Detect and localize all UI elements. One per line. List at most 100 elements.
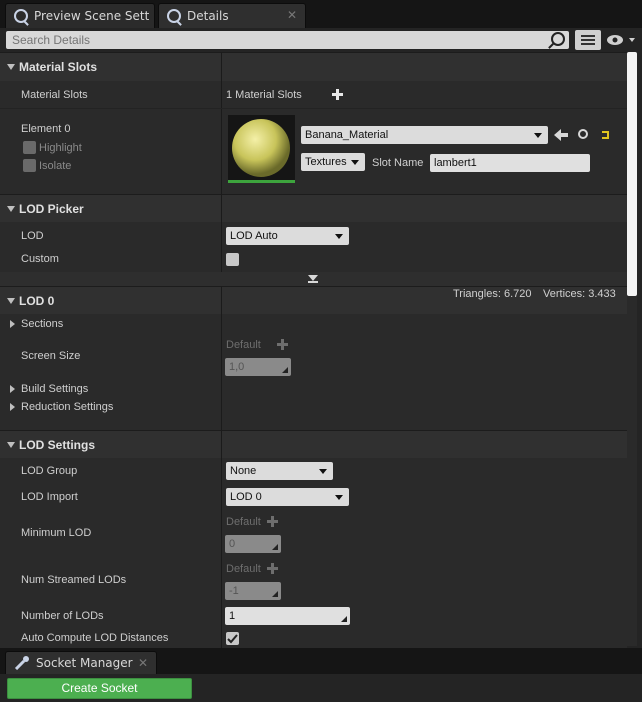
close-tab-icon[interactable]: ✕ — [138, 656, 148, 670]
auto-compute-label: Auto Compute LOD Distances — [21, 632, 169, 644]
spin-grip-icon — [272, 591, 278, 597]
slot-name-value: lambert1 — [434, 157, 477, 169]
add-material-slot-icon[interactable] — [332, 89, 343, 100]
lod-group-select[interactable]: None — [226, 462, 333, 480]
custom-checkbox[interactable] — [226, 253, 239, 266]
vertices-stat: Vertices: 3.433 — [543, 288, 616, 300]
lod-import-value: LOD 0 — [230, 491, 262, 503]
isolate-label: Isolate — [39, 160, 72, 172]
socket-wrench-icon — [14, 656, 29, 670]
add-override-icon[interactable] — [277, 339, 288, 350]
add-override-icon[interactable] — [267, 563, 278, 574]
min-lod-value: 0 — [229, 538, 236, 550]
view-options-button[interactable] — [575, 30, 601, 50]
category-title: Material Slots — [19, 60, 98, 74]
collapse-arrow-icon — [7, 64, 15, 70]
material-thumbnail[interactable] — [228, 115, 295, 183]
tab-socket-manager[interactable]: Socket Manager ✕ — [5, 651, 157, 674]
slot-name-label: Slot Name — [372, 157, 424, 169]
category-title: LOD Settings — [19, 438, 96, 452]
category-lod-settings[interactable]: LOD Settings — [0, 430, 627, 458]
details-magnifier-icon — [167, 9, 181, 23]
sections-label[interactable]: Sections — [21, 318, 63, 330]
tab-preview-scene-settings[interactable]: Preview Scene Sett — [5, 3, 155, 28]
advanced-expander[interactable] — [0, 272, 627, 286]
spin-grip-icon — [282, 367, 288, 373]
screen-size-value: 1,0 — [229, 361, 245, 373]
lod-import-select[interactable]: LOD 0 — [226, 488, 349, 506]
screen-size-input[interactable]: 1,0 — [225, 358, 291, 376]
reduction-settings-label[interactable]: Reduction Settings — [21, 401, 113, 413]
browse-magnifier-icon[interactable] — [578, 129, 588, 139]
highlight-checkbox[interactable] — [23, 141, 36, 154]
lod-import-label: LOD Import — [21, 491, 78, 503]
num-lods-value: 1 — [229, 610, 236, 622]
screen-size-default-label: Default — [226, 339, 261, 351]
category-lod0[interactable]: LOD 0 Triangles: 6.720 Vertices: 3.433 — [0, 286, 627, 314]
highlight-label: Highlight — [39, 142, 82, 154]
category-title: LOD 0 — [19, 294, 55, 308]
num-streamed-default-label: Default — [226, 563, 261, 575]
auto-compute-checkbox[interactable] — [226, 632, 239, 645]
scrollbar-track[interactable] — [627, 296, 637, 646]
collapse-arrow-icon — [7, 298, 15, 304]
search-icon[interactable] — [551, 32, 565, 46]
textures-label: Textures — [305, 156, 347, 168]
textures-select[interactable]: Textures — [301, 153, 365, 171]
category-title: LOD Picker — [19, 202, 84, 216]
tab-label: Preview Scene Sett — [34, 9, 150, 23]
build-settings-label[interactable]: Build Settings — [21, 383, 88, 395]
use-selected-arrow-icon[interactable] — [554, 129, 568, 141]
category-material-slots[interactable]: Material Slots — [0, 52, 627, 81]
visibility-filter-button[interactable] — [605, 33, 637, 47]
num-streamed-input[interactable]: -1 — [225, 582, 281, 600]
checkmark-icon — [227, 634, 238, 644]
element-label: Element 0 — [21, 123, 71, 135]
min-lod-label: Minimum LOD — [21, 527, 92, 539]
lod-group-label: LOD Group — [21, 465, 78, 477]
num-streamed-label: Num Streamed LODs — [21, 574, 127, 586]
num-lods-input[interactable]: 1 — [225, 607, 350, 625]
tab-label: Details — [187, 9, 229, 23]
num-streamed-value: -1 — [229, 585, 239, 597]
close-tab-icon[interactable]: ✕ — [287, 8, 297, 22]
search-input[interactable] — [6, 31, 569, 49]
material-slots-label: Material Slots — [21, 89, 88, 101]
custom-label: Custom — [21, 253, 59, 265]
dropdown-arrow-icon — [351, 160, 359, 165]
add-override-icon[interactable] — [267, 516, 278, 527]
material-select[interactable]: Banana_Material — [301, 126, 548, 144]
dropdown-arrow-icon — [335, 234, 343, 239]
dropdown-arrow-icon — [534, 133, 542, 138]
scrollbar-thumb[interactable] — [627, 52, 637, 296]
lod-select[interactable]: LOD Auto — [226, 227, 349, 245]
expand-arrow-icon[interactable] — [10, 403, 15, 411]
create-socket-button[interactable]: Create Socket — [7, 678, 192, 699]
tab-details[interactable]: Details ✕ — [158, 3, 306, 28]
triangles-stat: Triangles: 6.720 — [453, 288, 532, 300]
expand-arrow-icon[interactable] — [10, 385, 15, 393]
num-lods-label: Number of LODs — [21, 610, 104, 622]
expand-advanced-icon — [308, 275, 318, 283]
screen-size-label: Screen Size — [21, 350, 81, 362]
spin-grip-icon — [272, 544, 278, 550]
dropdown-arrow-icon — [319, 469, 327, 474]
banana-material-sphere-image — [232, 119, 290, 177]
expand-arrow-icon[interactable] — [10, 320, 15, 328]
details-magnifier-icon — [14, 9, 28, 23]
lod-label: LOD — [21, 230, 44, 242]
category-lod-picker[interactable]: LOD Picker — [0, 194, 627, 222]
lod-group-value: None — [230, 465, 257, 477]
reset-to-default-icon[interactable] — [600, 130, 610, 140]
spin-grip-icon — [341, 616, 347, 622]
min-lod-default-label: Default — [226, 516, 261, 528]
slot-name-input[interactable]: lambert1 — [430, 154, 590, 172]
material-slots-count: 1 Material Slots — [226, 89, 302, 101]
dropdown-arrow-icon — [335, 495, 343, 500]
collapse-arrow-icon — [7, 206, 15, 212]
min-lod-input[interactable]: 0 — [225, 535, 281, 553]
collapse-arrow-icon — [7, 442, 15, 448]
isolate-checkbox[interactable] — [23, 159, 36, 172]
tab-label: Socket Manager — [36, 656, 133, 670]
lod-value: LOD Auto — [230, 230, 278, 242]
